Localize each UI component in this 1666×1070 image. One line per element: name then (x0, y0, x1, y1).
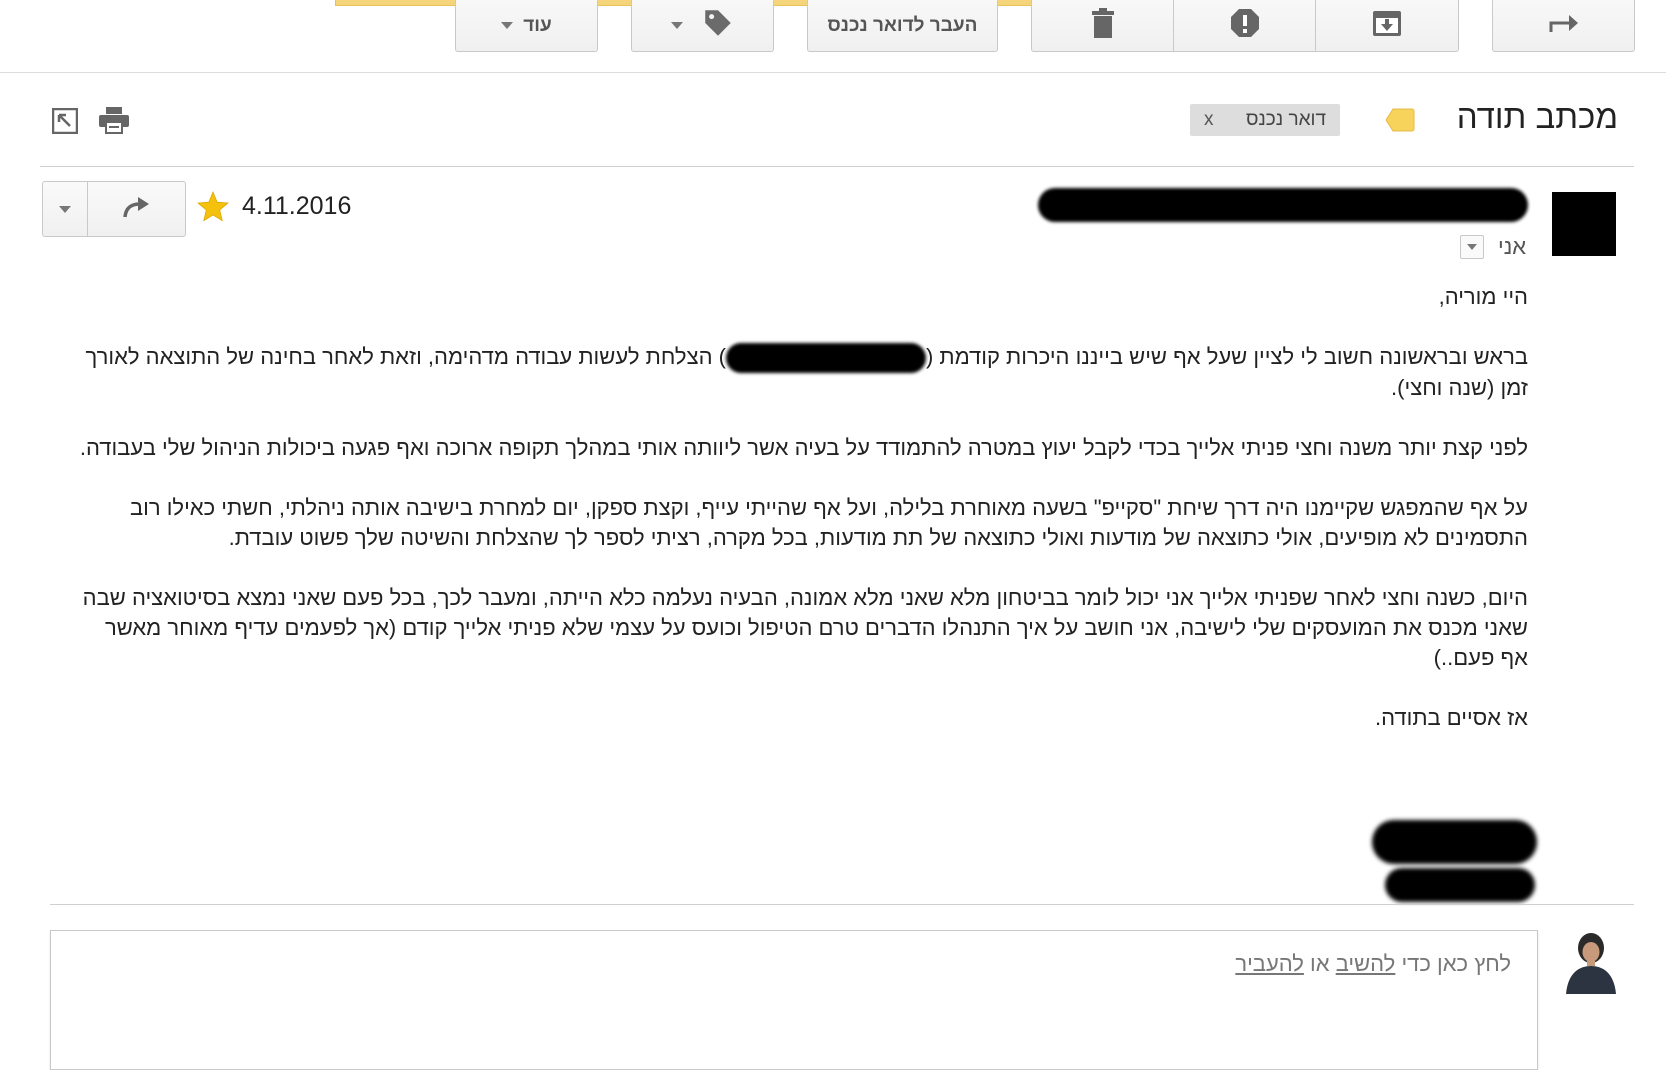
closing-line: אז אסיים בתודה. (1375, 705, 1528, 731)
more-options-button[interactable] (43, 182, 88, 236)
redaction-inline (725, 343, 926, 374)
back-button[interactable] (1492, 0, 1635, 52)
forward-link[interactable]: להעביר (1235, 951, 1304, 976)
reply-button-group (42, 181, 186, 237)
report-spam-button[interactable] (1174, 0, 1316, 52)
footer-divider (50, 904, 1634, 905)
reply-prompt: לחץ כאן כדי להשיב או להעביר (1235, 951, 1511, 977)
archive-button[interactable] (1316, 0, 1459, 52)
archive-icon (1372, 9, 1402, 43)
reply-box[interactable]: לחץ כאן כדי להשיב או להעביר (50, 930, 1538, 1070)
sender-redaction (1038, 188, 1528, 222)
reply-or-text: או (1303, 951, 1336, 976)
labels-button[interactable] (631, 0, 774, 52)
sender-avatar (1552, 192, 1616, 256)
toolbar-divider (0, 72, 1666, 73)
chevron-down-icon (1467, 244, 1477, 250)
recipient-line: אני (1460, 234, 1526, 260)
user-avatar (1560, 928, 1622, 994)
header-divider (40, 166, 1634, 167)
delete-button[interactable] (1031, 0, 1174, 52)
move-to-inbox-button[interactable]: העבר לדואר נכנס (807, 0, 998, 52)
tag-icon (701, 6, 735, 46)
arrow-forward-icon (1549, 12, 1579, 40)
reply-arrow-icon (122, 195, 152, 224)
label-chip-text: דואר נכנס (1245, 109, 1326, 130)
details-dropdown[interactable] (1460, 235, 1484, 259)
chevron-down-icon (501, 22, 514, 29)
greeting: היי מוריה, (1438, 284, 1528, 309)
label-tag-icon[interactable] (1385, 108, 1415, 137)
paragraph-1-start: בראש ובראשונה חשוב לי לציין שעל אף שיש ב… (925, 344, 1528, 369)
more-button[interactable]: עוד (455, 0, 598, 52)
chevron-down-icon (670, 22, 683, 29)
reply-prompt-prefix: לחץ כאן כדי (1395, 951, 1511, 976)
popout-icon[interactable] (51, 107, 79, 139)
move-to-inbox-label: העבר לדואר נכנס (827, 14, 978, 36)
label-chip-inbox: x דואר נכנס (1190, 104, 1340, 136)
paragraph-3: על אף שהמפגש שקיימנו היה דרך שיחת "סקייפ… (129, 495, 1528, 551)
trash-icon (1091, 7, 1115, 44)
message-subject: מכתב תודה (1456, 98, 1618, 135)
more-label: עוד (523, 14, 552, 36)
paragraph-1: בראש ובראשונה חשוב לי לציין שעל אף שיש ב… (78, 342, 1528, 403)
print-icon[interactable] (98, 106, 130, 139)
message-date: 4.11.2016 (242, 192, 352, 220)
recipient-label: אני (1498, 234, 1527, 259)
paragraph-4: היום, כשנה וחצי לאחר שפניתי אלייך אני יכ… (82, 585, 1528, 671)
chevron-down-icon (59, 205, 71, 213)
reply-link[interactable]: להשיב (1336, 951, 1396, 976)
reply-button[interactable] (88, 182, 185, 236)
signature-redaction (1372, 820, 1537, 864)
star-icon[interactable] (196, 190, 230, 229)
spam-icon (1230, 8, 1260, 44)
signature-redaction (1385, 868, 1535, 902)
remove-label-button[interactable]: x (1204, 109, 1214, 131)
message-body: היי מוריה, בראש ובראשונה חשוב לי לציין ש… (78, 282, 1528, 763)
paragraph-2: לפני קצת יותר משנה וחצי פניתי אלייך בכדי… (79, 435, 1528, 461)
